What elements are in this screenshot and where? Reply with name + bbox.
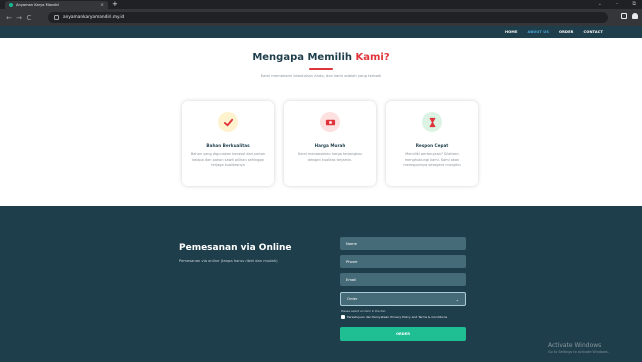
- email-field[interactable]: [340, 273, 466, 286]
- address-bar[interactable]: anyamankaryamandiri.my.id: [48, 12, 608, 23]
- browser-tab-strip: Anyaman Karya Mandiri × + ⌄ – ⧉: [0, 0, 642, 9]
- activate-windows-watermark: Activate Windows Go to Settings to activ…: [548, 342, 609, 354]
- site-navbar: HOME ABOUT US ORDER CONTACT: [0, 26, 642, 38]
- minimize-button[interactable]: –: [616, 0, 619, 9]
- section-subtitle: Kami memahami kebutuhan Anda, dan kami a…: [260, 74, 382, 78]
- site-info-icon[interactable]: [54, 15, 59, 20]
- title-underline: [309, 68, 333, 70]
- tab-title: Anyaman Karya Mandiri: [16, 3, 59, 7]
- tab-close-icon[interactable]: ×: [100, 3, 104, 8]
- why-section: Mengapa Memilih Kami? Kami memahami kebu…: [0, 38, 642, 206]
- check-icon: [223, 118, 233, 126]
- reload-button[interactable]: C: [24, 14, 34, 22]
- tab-search-button[interactable]: ⌄: [598, 0, 602, 9]
- section-title-main: Mengapa Memilih: [252, 52, 356, 63]
- card-title: Respon Cepat: [415, 143, 449, 148]
- hourglass-icon: [429, 117, 435, 127]
- forward-button[interactable]: →: [14, 14, 24, 22]
- order-section: Pemesanan via Online Pemesanan via onlin…: [0, 206, 642, 362]
- feature-card-response: Respon Cepat Memiliki pertanyaan? Silahk…: [386, 101, 478, 186]
- restore-button[interactable]: ⧉: [632, 0, 636, 9]
- profile-icon[interactable]: [632, 13, 638, 19]
- order-title: Pemesanan via Online: [179, 243, 292, 253]
- favicon-icon: [9, 3, 13, 7]
- card-title: Bahan Berkualitas: [206, 143, 250, 148]
- money-icon: [325, 119, 335, 125]
- browser-tools: [621, 13, 638, 19]
- feature-card-price: Harga Murah Kami menawarkan harga terjan…: [284, 101, 376, 186]
- nav-about-us[interactable]: ABOUT US: [528, 30, 550, 34]
- section-title-highlight: Kami?: [355, 52, 390, 63]
- consent-row: Persetujuan dan Pernyataan Privacy Polic…: [341, 315, 447, 319]
- name-field[interactable]: [340, 237, 466, 250]
- url-text: anyamankaryamandiri.my.id: [63, 15, 125, 20]
- back-button[interactable]: ←: [4, 14, 14, 22]
- card-icon-circle: [320, 112, 340, 132]
- feature-card-quality: Bahan Berkualitas Bahan yang digunakan b…: [182, 101, 274, 186]
- consent-label: Persetujuan dan Pernyataan Privacy Polic…: [347, 315, 448, 319]
- watermark-title: Activate Windows: [548, 342, 602, 349]
- card-text: Kami menawarkan harga terjangkau dengan …: [298, 152, 362, 162]
- browser-tab[interactable]: Anyaman Karya Mandiri ×: [5, 1, 108, 9]
- consent-checkbox[interactable]: [341, 315, 345, 319]
- nav-home[interactable]: HOME: [505, 30, 518, 34]
- browser-toolbar: ← → C anyamankaryamandiri.my.id: [0, 9, 642, 26]
- nav-links: HOME ABOUT US ORDER CONTACT: [505, 26, 603, 38]
- new-tab-button[interactable]: +: [112, 0, 118, 9]
- order-button[interactable]: ORDER: [340, 327, 466, 341]
- order-select-value: Order: [347, 297, 358, 301]
- card-text: Memiliki pertanyaan? Silahkan menghubung…: [403, 152, 461, 168]
- order-select[interactable]: Order ⌄: [340, 292, 466, 306]
- phone-field[interactable]: [340, 255, 466, 268]
- order-subtitle: Pemesanan via online (tanpa harus ribet …: [179, 259, 278, 263]
- window-controls: ⌄ – ⧉: [598, 0, 636, 9]
- section-title: Mengapa Memilih Kami?: [0, 52, 642, 63]
- chevron-down-icon: ⌄: [455, 296, 459, 302]
- validation-hint: Please select an item in the list.: [341, 309, 386, 313]
- side-panel-icon[interactable]: [621, 13, 627, 19]
- watermark-subtitle: Go to Settings to activate Windows.: [548, 350, 609, 354]
- nav-order[interactable]: ORDER: [559, 30, 574, 34]
- nav-contact[interactable]: CONTACT: [584, 30, 603, 34]
- card-icon-circle: [422, 112, 442, 132]
- card-title: Harga Murah: [314, 143, 346, 148]
- card-icon-circle: [218, 112, 238, 132]
- card-text: Bahan yang digunakan berasal dari pohon …: [190, 152, 266, 168]
